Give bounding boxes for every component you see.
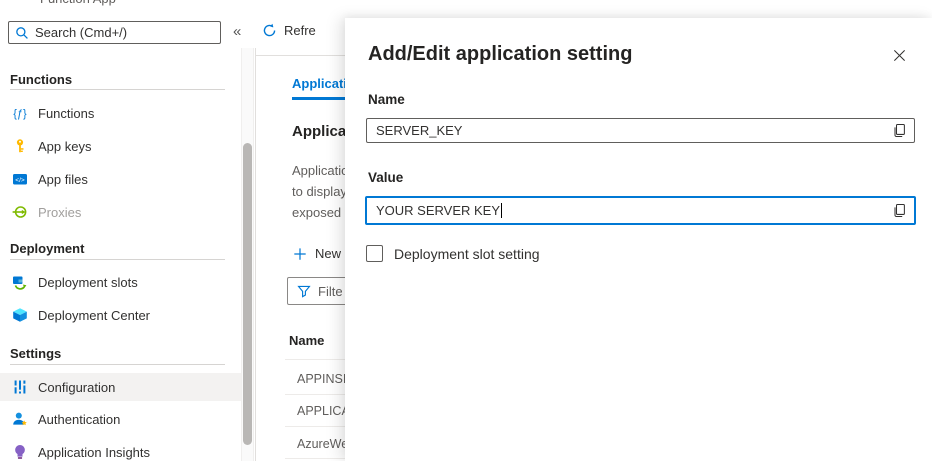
azure-portal-screen: Function App « Functions {ƒ} Functions A… [0,0,932,461]
configuration-icon [12,379,28,395]
application-insights-icon [12,444,28,460]
sidebar-collapse-button[interactable]: « [233,23,241,40]
divider [10,364,225,365]
sidebar-item-label: Proxies [38,205,81,220]
search-input[interactable] [35,25,214,40]
refresh-label: Refre [284,23,316,38]
new-button-label: New [315,246,341,261]
sidebar-item-label: App keys [38,139,91,154]
deployment-center-icon [12,307,28,323]
sidebar-item-application-insights[interactable]: Application Insights [0,438,241,461]
sidebar-item-app-keys[interactable]: App keys [0,132,241,160]
sidebar-item-label: Functions [38,106,94,121]
sidebar-search-box[interactable] [8,21,221,44]
table-row[interactable]: AzureWe [297,437,348,451]
sidebar-item-label: App files [38,172,88,187]
new-application-setting-button[interactable]: New [293,246,341,261]
add-edit-application-setting-panel: Add/Edit application setting Name SERVER… [345,18,932,461]
table-row[interactable]: APPLICA [297,404,350,418]
name-input-value: SERVER_KEY [376,123,462,138]
column-header-name: Name [289,333,324,348]
refresh-icon [262,23,277,38]
copy-icon [892,203,907,218]
value-input[interactable]: YOUR SERVER KEY [365,196,916,225]
sidebar-item-functions[interactable]: {ƒ} Functions [0,99,241,127]
sidebar-item-label: Application Insights [38,445,150,460]
refresh-button[interactable]: Refre [262,23,316,38]
filter-funnel-icon [297,284,311,298]
value-input-value: YOUR SERVER KEY [376,203,500,218]
proxies-icon [12,204,28,220]
key-icon [12,138,28,154]
sidebar-scrollbar-thumb[interactable] [243,143,252,445]
text-cursor [501,203,502,218]
sidebar-item-label: Deployment slots [38,275,138,290]
deployment-slot-setting-label: Deployment slot setting [394,246,540,262]
name-input[interactable]: SERVER_KEY [366,118,915,143]
sidebar-item-label: Deployment Center [38,308,150,323]
deployment-slot-setting-row[interactable]: Deployment slot setting [366,245,540,262]
copy-icon [892,123,907,138]
sidebar-item-label: Configuration [38,380,115,395]
sidebar-item-deployment-slots[interactable]: Deployment slots [0,268,241,296]
svg-text:{ƒ}: {ƒ} [13,108,27,120]
sidebar-item-proxies[interactable]: Proxies [0,198,241,226]
deployment-slot-setting-checkbox[interactable] [366,245,383,262]
section-heading: Applicat [292,123,351,140]
plus-icon [293,247,307,261]
divider [10,89,225,90]
filter-placeholder: Filte [318,284,343,299]
section-header-functions: Functions [10,72,72,87]
sidebar-item-configuration[interactable]: Configuration [0,373,241,401]
app-files-icon: </> [12,171,28,187]
name-field-label: Name [368,92,405,107]
section-header-deployment: Deployment [10,241,84,256]
divider [255,48,256,461]
svg-text:</>: </> [15,177,25,184]
divider [256,55,345,56]
value-field-label: Value [368,170,403,185]
sidebar-item-deployment-center[interactable]: Deployment Center [0,301,241,329]
section-header-settings: Settings [10,346,61,361]
deployment-slots-icon [12,274,28,290]
authentication-icon [12,411,28,427]
table-row[interactable]: APPINSI [297,372,346,386]
sidebar-item-authentication[interactable]: Authentication [0,405,241,433]
sidebar-item-app-files[interactable]: </> App files [0,165,241,193]
page-header-title: Function App [40,0,116,6]
copy-name-button[interactable] [884,119,914,142]
search-icon [15,26,29,40]
divider [10,259,225,260]
copy-value-button[interactable] [884,198,914,223]
functions-icon: {ƒ} [12,105,28,121]
panel-title: Add/Edit application setting [368,43,632,66]
close-icon[interactable] [886,42,912,68]
sidebar-item-label: Authentication [38,412,120,427]
